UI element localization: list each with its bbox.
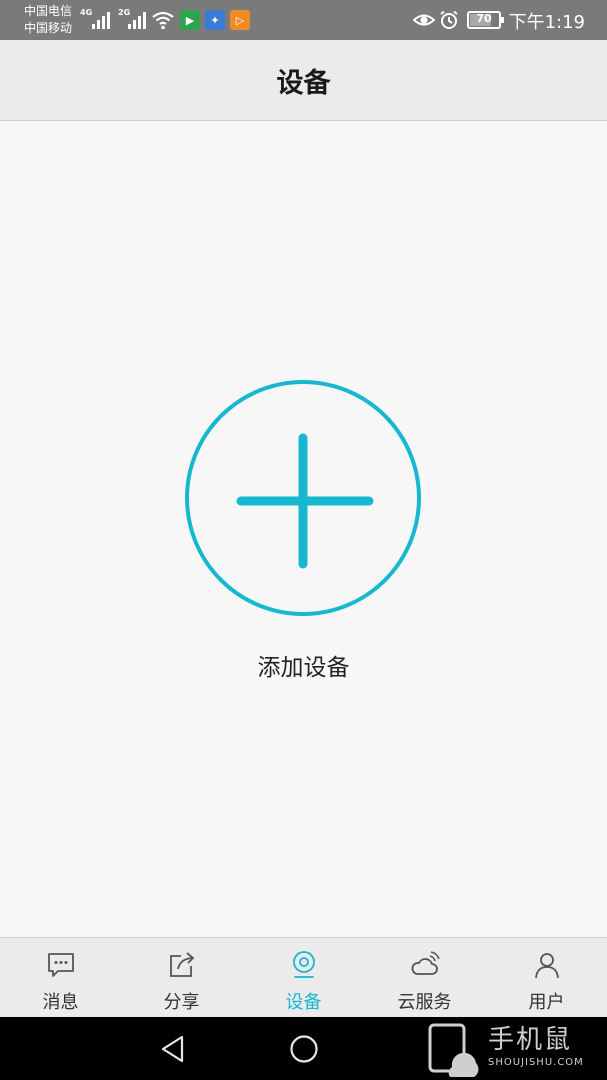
signal-bars-2-icon	[128, 11, 146, 29]
navigation-bar: 手机鼠 SHOUJISHU.COM	[0, 1017, 607, 1080]
status-bar: 中国电信 中国移动 4G 2G ▶ ✦ ▷ 70 下午1:19	[0, 0, 607, 40]
battery-level: 70	[476, 12, 492, 25]
eye-icon	[413, 14, 435, 26]
tab-devices[interactable]: 设备	[243, 938, 364, 1018]
alarm-icon	[440, 10, 458, 29]
tab-cloud-service[interactable]: 云服务	[364, 938, 485, 1018]
carrier-1: 中国电信	[24, 4, 73, 18]
tab-bar: 消息 分享 设备 云服务 用户	[0, 937, 607, 1017]
header: 设备	[0, 40, 607, 121]
tab-label: 云服务	[397, 992, 452, 1013]
tab-label: 用户	[528, 992, 565, 1013]
home-circle-icon[interactable]	[289, 1034, 319, 1064]
tab-label: 设备	[285, 992, 322, 1013]
watermark-logo-icon	[428, 1023, 479, 1077]
back-triangle-icon[interactable]	[158, 1034, 188, 1064]
watermark-text: 手机鼠	[488, 1025, 573, 1055]
tab-messages[interactable]: 消息	[0, 938, 121, 1018]
network-type-1: 4G	[80, 8, 93, 17]
battery-icon: 70	[467, 11, 504, 29]
user-icon	[535, 953, 559, 979]
tab-user[interactable]: 用户	[486, 938, 607, 1018]
tab-label: 消息	[42, 992, 79, 1013]
signal-bars-1-icon	[92, 11, 110, 29]
video-app-icon: ▶	[180, 10, 200, 30]
plus-icon	[236, 433, 374, 569]
cloud-icon	[411, 951, 440, 975]
carrier-2: 中国移动	[24, 21, 73, 35]
page-title: 设备	[276, 67, 331, 99]
chat-icon	[48, 953, 74, 977]
watermark-sub: SHOUJISHU.COM	[488, 1057, 584, 1068]
carrier-names: 中国电信 中国移动	[24, 3, 72, 37]
media-app-icon: ▷	[230, 10, 250, 30]
tab-share[interactable]: 分享	[121, 938, 242, 1018]
watermark: 手机鼠 SHOUJISHU.COM	[418, 1017, 607, 1080]
add-device-button[interactable]	[185, 380, 421, 616]
tab-label: 分享	[163, 992, 200, 1013]
wifi-icon	[152, 11, 174, 30]
add-device-label: 添加设备	[257, 655, 350, 681]
status-time: 下午1:19	[508, 12, 585, 33]
share-icon	[170, 952, 195, 977]
device-icon	[293, 951, 315, 978]
game-app-icon: ✦	[205, 10, 225, 30]
